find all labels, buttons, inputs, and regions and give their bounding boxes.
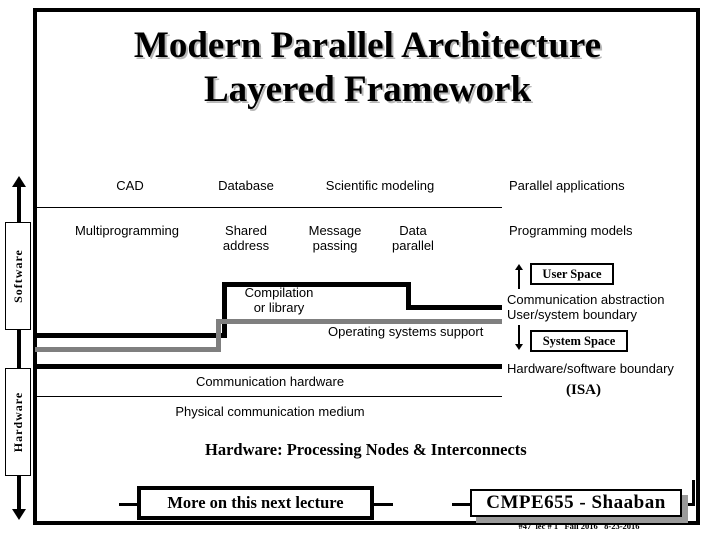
hardware-software-boundary-line [35, 364, 502, 369]
user-space-arrow-shaft [518, 270, 520, 289]
layer-item-multiprogramming: Multiprogramming [74, 223, 180, 238]
side-label-hardware: Hardware [5, 368, 31, 476]
annotation-user-system-boundary: User/system boundary [507, 307, 638, 322]
signature-stub-left [452, 503, 472, 506]
signature-block: CMPE655 - Shaaban [470, 489, 688, 523]
layer-item-message-passing: Message passing [308, 223, 362, 253]
annotation-hardware-software-boundary: Hardware/software boundary [507, 361, 674, 376]
side-label-hardware-text: Hardware [11, 391, 25, 453]
hardware-arrow-shaft [17, 476, 21, 509]
slide-canvas: Modern Parallel Architecture Layered Fra… [0, 0, 720, 540]
communication-abstraction-line [406, 305, 502, 310]
title-line-2: Layered Framework [203, 69, 532, 110]
callout-next-lecture: More on this next lecture [137, 486, 374, 520]
layer-item-cad: CAD [116, 178, 144, 193]
layer-item-data-parallel: Data parallel [392, 223, 434, 253]
layer-name-programming-models: Programming models [509, 223, 633, 238]
divider-physical-medium [35, 396, 502, 397]
layer-name-parallel-applications: Parallel applications [509, 178, 625, 193]
course-label: CMPE655 - Shaaban [470, 489, 682, 517]
compilation-step-bottom-left [35, 333, 227, 338]
annotation-isa: (ISA) [566, 382, 602, 398]
page-title: Modern Parallel Architecture Layered Fra… [45, 24, 690, 112]
hardware-caption: Hardware: Processing Nodes & Interconnec… [205, 440, 527, 459]
system-space-arrowhead [515, 344, 523, 350]
callout-stub-right [371, 503, 393, 506]
title-line-1: Modern Parallel Architecture [133, 25, 602, 66]
divider-applications [35, 207, 502, 208]
slide-meta: #47 lec # 1 Fall 2016 8-23-2016 [518, 521, 640, 531]
layer-item-database: Database [218, 178, 274, 193]
badge-system-space: System Space [530, 330, 628, 352]
layer-item-shared-address: Shared address [222, 223, 270, 253]
badge-user-space: User Space [530, 263, 614, 285]
layer-item-scientific-modeling: Scientific modeling [325, 178, 435, 193]
side-connector-shaft [17, 330, 21, 368]
side-label-software-text: Software [11, 249, 25, 303]
annotation-communication-abstraction: Communication abstraction [507, 292, 665, 307]
layer-item-communication-hardware: Communication hardware [195, 374, 345, 389]
os-step-bottom-left [35, 347, 221, 352]
layer-item-physical-medium: Physical communication medium [175, 404, 365, 419]
layer-item-os-support: Operating systems support [328, 324, 484, 339]
layer-item-compilation: Compilation or library [244, 285, 314, 315]
hardware-down-arrowhead [12, 509, 26, 520]
system-space-arrow-shaft [518, 325, 520, 344]
software-arrow-shaft [17, 186, 21, 222]
side-label-software: Software [5, 222, 31, 330]
